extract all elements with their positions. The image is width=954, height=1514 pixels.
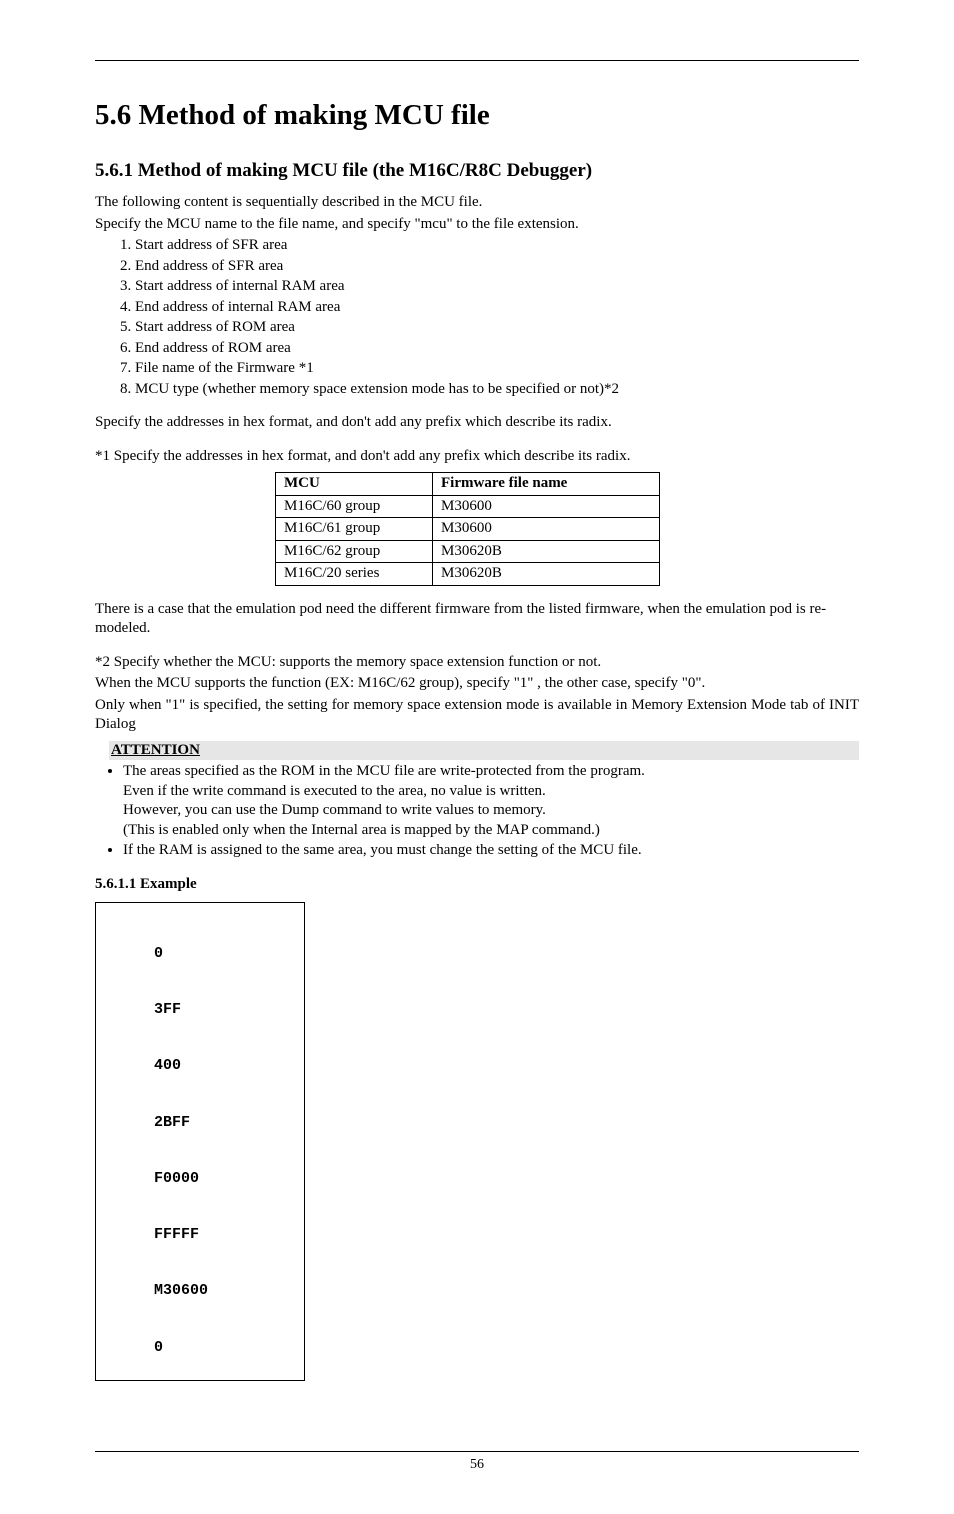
attention-bullet-1: The areas specified as the ROM in the MC… xyxy=(123,762,859,840)
attention-list: The areas specified as the ROM in the MC… xyxy=(95,762,859,861)
footnote-2-line1: *2 Specify whether the MCU: supports the… xyxy=(95,653,859,673)
page-number: 56 xyxy=(95,1456,859,1474)
table-header-mcu: MCU xyxy=(276,473,433,496)
example-line: F0000 xyxy=(100,1170,300,1189)
table-row: M16C/61 group M30600 xyxy=(276,518,660,541)
intro-paragraph-1: The following content is sequentially de… xyxy=(95,193,859,213)
list-item: End address of ROM area xyxy=(135,339,859,359)
table-cell: M16C/62 group xyxy=(276,540,433,563)
spec-line: Specify the addresses in hex format, and… xyxy=(95,413,859,433)
table-cell: M16C/60 group xyxy=(276,495,433,518)
table-cell: M30600 xyxy=(433,495,660,518)
intro-paragraph-2: Specify the MCU name to the file name, a… xyxy=(95,215,859,235)
example-line: 3FF xyxy=(100,1001,300,1020)
table-cell: M30600 xyxy=(433,518,660,541)
footnote-2-line3: Only when "1" is specified, the setting … xyxy=(95,696,859,735)
list-item: File name of the Firmware *1 xyxy=(135,359,859,379)
example-code-box: 0 3FF 400 2BFF F0000 FFFFF M30600 0 xyxy=(95,902,305,1381)
footer-rule xyxy=(95,1451,859,1452)
top-rule xyxy=(95,60,859,61)
example-line: 400 xyxy=(100,1057,300,1076)
example-line: M30600 xyxy=(100,1282,300,1301)
table-cell: M30620B xyxy=(433,563,660,586)
mcu-firmware-table: MCU Firmware file name M16C/60 group M30… xyxy=(275,472,660,586)
page-footer: 56 xyxy=(95,1451,859,1474)
list-item: Start address of ROM area xyxy=(135,318,859,338)
table-cell: M30620B xyxy=(433,540,660,563)
mcu-file-items-list: Start address of SFR area End address of… xyxy=(95,236,859,399)
attention-b1-l1: The areas specified as the ROM in the MC… xyxy=(123,763,645,779)
section-heading-5-6-1: 5.6.1 Method of making MCU file (the M16… xyxy=(95,159,859,184)
list-item: Start address of internal RAM area xyxy=(135,277,859,297)
list-item: End address of SFR area xyxy=(135,257,859,277)
table-cell: M16C/20 series xyxy=(276,563,433,586)
table-row: M16C/20 series M30620B xyxy=(276,563,660,586)
attention-b1-l2: Even if the write command is executed to… xyxy=(123,783,546,799)
attention-b1-l3: However, you can use the Dump command to… xyxy=(123,802,546,818)
attention-bullet-2: If the RAM is assigned to the same area,… xyxy=(123,841,859,861)
attention-b1-l4: (This is enabled only when the Internal … xyxy=(123,822,600,838)
example-line: 0 xyxy=(100,945,300,964)
after-table-paragraph: There is a case that the emulation pod n… xyxy=(95,600,859,639)
example-line: 2BFF xyxy=(100,1114,300,1133)
footnote-2-line2: When the MCU supports the function (EX: … xyxy=(95,674,859,694)
list-item: MCU type (whether memory space extension… xyxy=(135,380,859,400)
footnote-1: *1 Specify the addresses in hex format, … xyxy=(95,447,859,467)
list-item: Start address of SFR area xyxy=(135,236,859,256)
table-row: M16C/60 group M30600 xyxy=(276,495,660,518)
table-cell: M16C/61 group xyxy=(276,518,433,541)
attention-heading: ATTENTION xyxy=(109,741,859,761)
section-heading-5-6: 5.6 Method of making MCU file xyxy=(95,97,859,135)
list-item: End address of internal RAM area xyxy=(135,298,859,318)
example-line: 0 xyxy=(100,1339,300,1358)
table-header-firmware: Firmware file name xyxy=(433,473,660,496)
table-row: M16C/62 group M30620B xyxy=(276,540,660,563)
example-line: FFFFF xyxy=(100,1226,300,1245)
section-heading-5-6-1-1: 5.6.1.1 Example xyxy=(95,875,859,895)
